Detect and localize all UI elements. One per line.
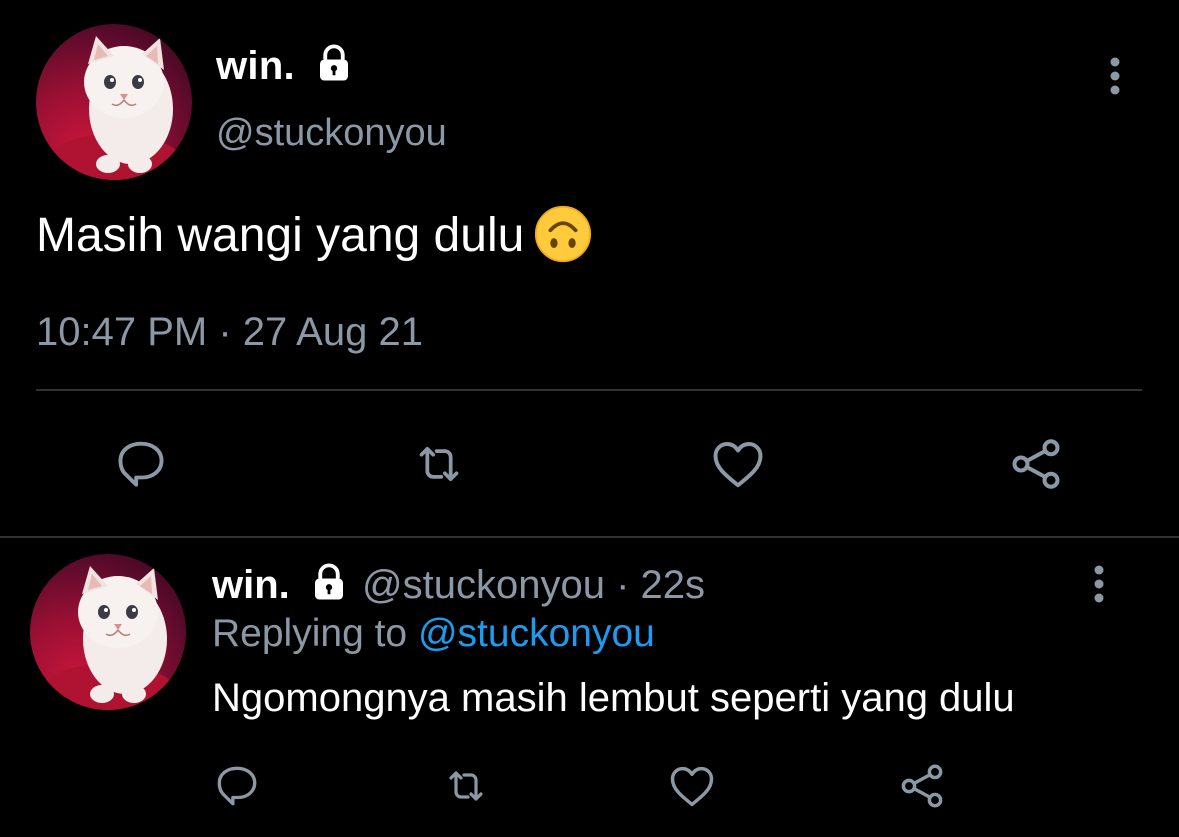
kitten-avatar-image [38, 566, 178, 710]
retweet-button[interactable] [438, 762, 494, 810]
share-button[interactable] [896, 760, 948, 812]
handle[interactable]: @stuckonyou [216, 112, 447, 155]
share-icon [901, 764, 943, 808]
lock-icon [320, 44, 348, 81]
divider [36, 389, 1142, 391]
retweet-icon [449, 771, 483, 801]
reply-handle[interactable]: @stuckonyou [362, 563, 605, 607]
meta-separator: · [616, 563, 630, 607]
lock-icon [315, 563, 343, 600]
share-button[interactable] [1006, 434, 1066, 494]
tweet-text-body: Masih wangi yang dulu [36, 209, 525, 262]
reply-meta: @stuckonyou · 22s [362, 563, 705, 608]
like-icon [670, 766, 714, 807]
reply-name[interactable]: win. [212, 563, 290, 607]
replying-to-link[interactable]: @stuckonyou [418, 612, 655, 655]
avatar[interactable] [36, 24, 192, 180]
divider [0, 536, 1179, 538]
more-options-icon[interactable] [1100, 54, 1130, 98]
retweet-button[interactable] [406, 436, 472, 492]
tweet-text: Masih wangi yang dulu [36, 206, 592, 267]
reply-display-name[interactable]: win. [212, 563, 290, 608]
reply-button[interactable] [212, 760, 262, 810]
retweet-icon [419, 446, 459, 482]
tweet-detail-page: win. @stuckonyou Masih wangi yang dulu 1… [0, 0, 1179, 837]
display-name[interactable]: win. [216, 44, 295, 89]
reply-text: Ngomongnya masih lembut seperti yang dul… [212, 676, 1015, 720]
more-options-icon[interactable] [1084, 562, 1114, 606]
reply-avatar[interactable] [30, 554, 186, 710]
upside-down-face-icon [535, 206, 592, 263]
like-icon [713, 442, 763, 488]
reply-button[interactable] [112, 434, 170, 492]
reply-icon [217, 766, 257, 806]
reply-icon [118, 441, 164, 487]
share-icon [1012, 439, 1060, 489]
kitten-avatar-image [44, 36, 184, 180]
replying-to-line: Replying to @stuckonyou [212, 612, 655, 656]
timestamp[interactable]: 10:47 PM · 27 Aug 21 [36, 310, 423, 355]
reply-age[interactable]: 22s [641, 563, 706, 607]
replying-label: Replying to [212, 612, 408, 655]
like-button[interactable] [708, 434, 768, 494]
like-button[interactable] [666, 760, 718, 812]
